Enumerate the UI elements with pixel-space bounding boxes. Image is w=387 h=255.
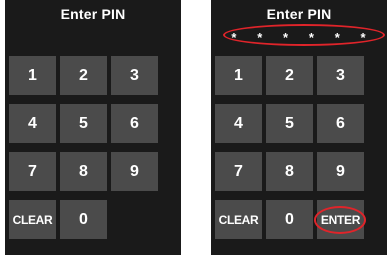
key-5[interactable]: 5: [266, 104, 313, 143]
pin-mask-char: *: [231, 29, 237, 45]
key-4[interactable]: 4: [9, 104, 56, 143]
key-0[interactable]: 0: [60, 200, 107, 239]
key-6[interactable]: 6: [111, 104, 158, 143]
pin-mask-char: *: [283, 29, 289, 45]
key-8[interactable]: 8: [60, 152, 107, 191]
key-3[interactable]: 3: [111, 56, 158, 95]
pin-mask-char: *: [334, 29, 340, 45]
pin-mask-char: *: [308, 29, 314, 45]
pin-display: * * * * * *: [221, 28, 376, 46]
key-4[interactable]: 4: [215, 104, 262, 143]
key-0[interactable]: 0: [266, 200, 313, 239]
key-3[interactable]: 3: [317, 56, 364, 95]
enter-button[interactable]: ENTER: [317, 200, 364, 239]
key-8[interactable]: 8: [266, 152, 313, 191]
key-6[interactable]: 6: [317, 104, 364, 143]
key-1[interactable]: 1: [215, 56, 262, 95]
key-2[interactable]: 2: [60, 56, 107, 95]
clear-button[interactable]: CLEAR: [9, 200, 56, 239]
key-7[interactable]: 7: [9, 152, 56, 191]
key-9[interactable]: 9: [317, 152, 364, 191]
screen-title: Enter PIN: [60, 6, 126, 22]
key-1[interactable]: 1: [9, 56, 56, 95]
pin-screen-empty: Enter PIN 1 2 3 4 5 6 7 8 9 CLEAR 0: [5, 0, 181, 255]
screen-title: Enter PIN: [266, 6, 332, 22]
pin-mask-char: *: [257, 29, 263, 45]
key-7[interactable]: 7: [215, 152, 262, 191]
keypad: 1 2 3 4 5 6 7 8 9 CLEAR 0: [5, 50, 181, 255]
key-9[interactable]: 9: [111, 152, 158, 191]
pin-screen-filled: Enter PIN * * * * * * 1 2 3 4 5 6 7 8 9 …: [211, 0, 387, 255]
clear-button[interactable]: CLEAR: [215, 200, 262, 239]
key-5[interactable]: 5: [60, 104, 107, 143]
key-2[interactable]: 2: [266, 56, 313, 95]
pin-mask-char: *: [360, 29, 366, 45]
keypad: 1 2 3 4 5 6 7 8 9 CLEAR 0 ENTER: [211, 50, 387, 255]
